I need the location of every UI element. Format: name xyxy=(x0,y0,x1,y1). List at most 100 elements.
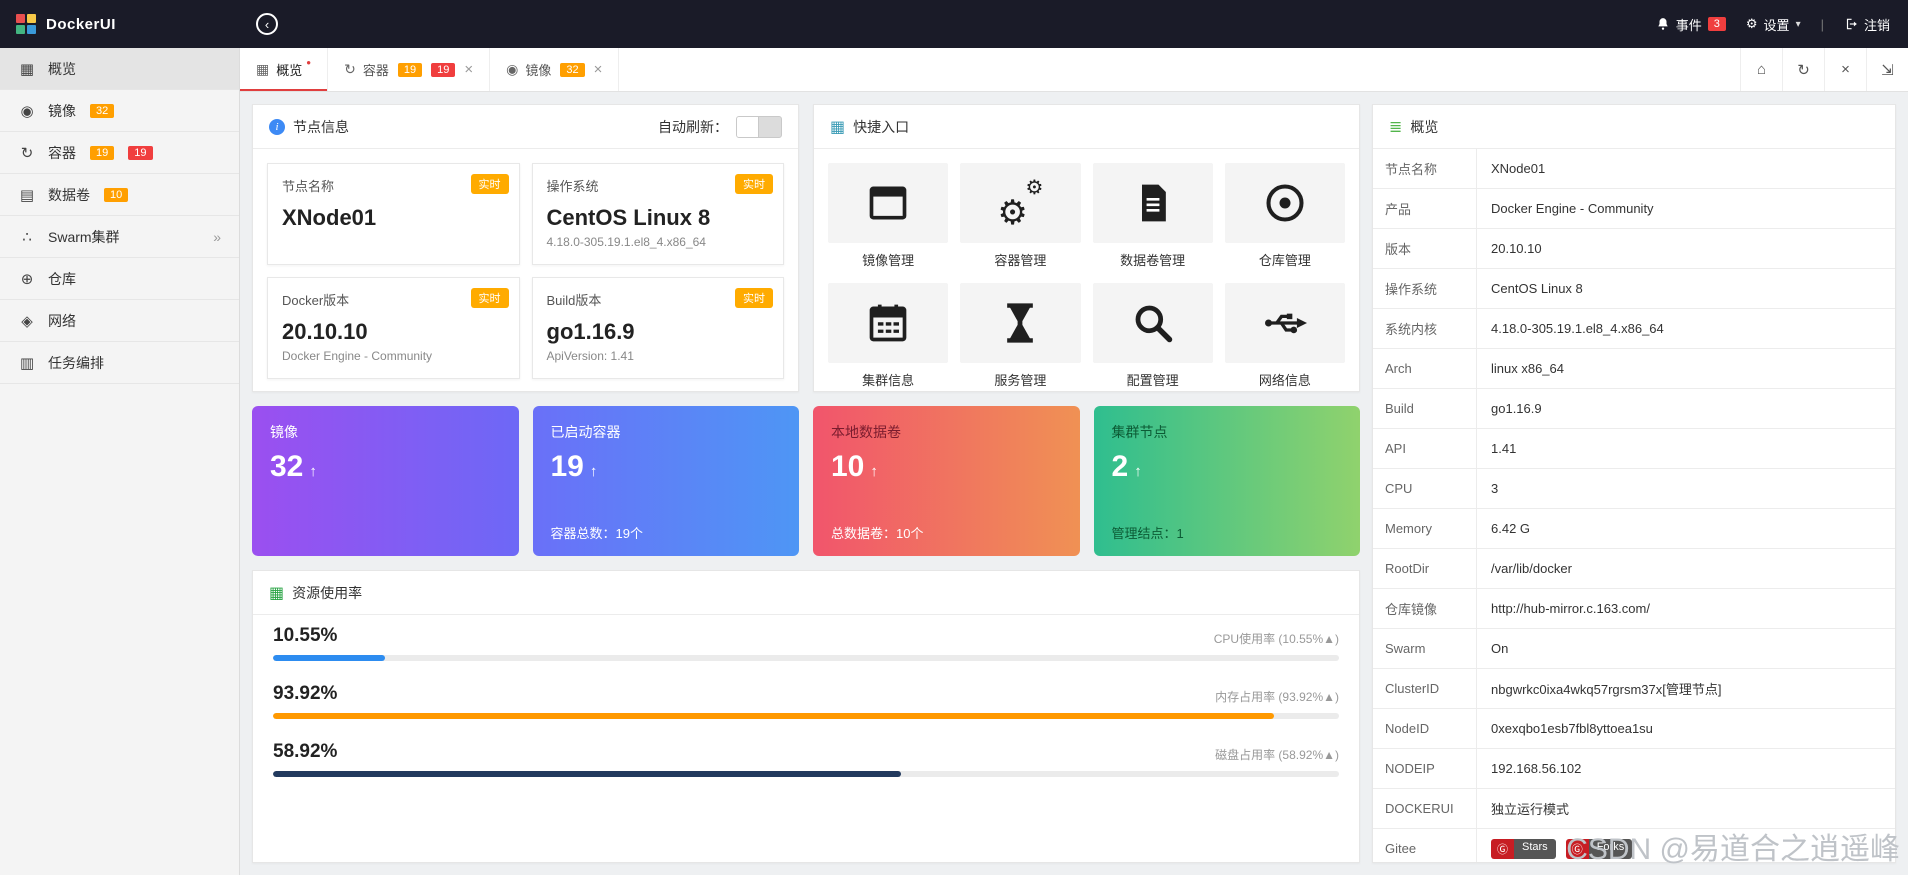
gitee-stars-badge[interactable]: Ⓖ Stars xyxy=(1491,838,1556,859)
memory-label: 内存占用率 (93.92%▲) xyxy=(1215,690,1339,704)
table-row: API 1.41 xyxy=(1373,429,1895,469)
quick-entry-volumes[interactable]: 数据卷管理 xyxy=(1092,163,1213,269)
sidebar-item-overview[interactable]: ▦ 概览 xyxy=(0,48,239,90)
quick-entry-registry[interactable]: 仓库管理 xyxy=(1224,163,1345,269)
quick-entry-network[interactable]: 网络信息 xyxy=(1224,283,1345,389)
sidebar-item-tasks[interactable]: ▥ 任务编排 xyxy=(0,342,239,384)
sidebar-collapse-button[interactable]: ‹ xyxy=(256,13,278,35)
sidebar-item-containers[interactable]: ↻ 容器 19 19 xyxy=(0,132,239,174)
sidebar-item-volumes[interactable]: ▤ 数据卷 10 xyxy=(0,174,239,216)
chevron-expand-icon: » xyxy=(213,228,221,245)
swarm-icon: ∴ xyxy=(22,228,32,246)
events-menu[interactable]: 事件 3 xyxy=(1656,15,1726,34)
card-sub: ApiVersion: 1.41 xyxy=(546,349,634,363)
up-arrow-icon: ↑ xyxy=(870,463,878,480)
auto-refresh-toggle[interactable] xyxy=(736,115,782,138)
containers-running-badge: 19 xyxy=(128,145,153,160)
images-icon: ◉ xyxy=(20,102,34,120)
realtime-badge: 实时 xyxy=(470,174,509,194)
logout-icon xyxy=(1844,17,1858,31)
table-row: DOCKERUI 独立运行模式 xyxy=(1373,789,1895,829)
quick-entry-cluster[interactable]: 集群信息 xyxy=(828,283,949,389)
quick-entry-containers[interactable]: ⚙ ⚙ 容器管理 xyxy=(960,163,1081,269)
info-icon: i xyxy=(269,118,285,135)
sidebar-item-swarm[interactable]: ∴ Swarm集群 » xyxy=(0,216,239,258)
table-row: 产品 Docker Engine - Community xyxy=(1373,189,1895,229)
logout-button[interactable]: 注销 xyxy=(1844,15,1890,34)
quick-entry-services[interactable]: 服务管理 xyxy=(960,283,1081,389)
refresh-icon[interactable]: ↻ xyxy=(1782,48,1824,91)
close-icon[interactable]: × xyxy=(594,61,603,78)
resource-usage-panel: ▦ 资源使用率 10.55% CPU使用率 (10.55%▲) 93.92% 内… xyxy=(252,570,1360,863)
containers-total-badge: 19 xyxy=(90,145,115,160)
table-row: 系统内核 4.18.0-305.19.1.el8_4.x86_64 xyxy=(1373,309,1895,349)
sidebar-item-label: Swarm集群 xyxy=(48,228,120,245)
up-arrow-icon: ↑ xyxy=(589,463,598,480)
tab-containers[interactable]: ↻ 容器 19 19 × xyxy=(328,48,491,91)
hourglass-icon xyxy=(998,301,1042,345)
app-logo-area: DockerUI xyxy=(0,14,240,34)
stat-value: 32 xyxy=(270,450,304,483)
tab-overview[interactable]: ▦ 概览 ● xyxy=(240,48,329,91)
top-bar: DockerUI ‹ 事件 3 ⚙ 设置 ▾ | 注销 xyxy=(0,0,1908,48)
window-icon xyxy=(866,181,910,225)
card-value: CentOS Linux 8 xyxy=(546,205,711,230)
gears-icon: ⚙ ⚙ xyxy=(997,177,1044,232)
memory-progress-bar xyxy=(273,713,1339,719)
memory-usage-row: 93.92% 内存占用率 (93.92%▲) xyxy=(273,683,1339,719)
expand-icon[interactable]: ⇲ xyxy=(1866,48,1908,91)
card-label: 操作系统 xyxy=(546,179,599,194)
network-icon: ◈ xyxy=(21,312,33,330)
card-value: XNode01 xyxy=(282,205,377,230)
home-icon[interactable]: ⌂ xyxy=(1740,48,1782,91)
containers-icon: ↻ xyxy=(344,61,356,77)
calendar-icon xyxy=(866,301,910,345)
close-icon[interactable]: × xyxy=(464,61,473,78)
realtime-badge: 实时 xyxy=(735,288,773,308)
table-row: 操作系统 CentOS Linux 8 xyxy=(1373,269,1895,309)
chevron-down-icon: ▾ xyxy=(1795,18,1801,30)
volumes-icon: ▤ xyxy=(19,186,35,204)
sidebar-item-registry[interactable]: ⊕ 仓库 xyxy=(0,258,239,300)
grid-icon: ▦ xyxy=(19,60,35,78)
tasks-icon: ▥ xyxy=(19,354,35,372)
sidebar-item-images[interactable]: ◉ 镜像 32 xyxy=(0,90,239,132)
stat-sub: 管理结点：1 xyxy=(1111,526,1184,541)
sidebar-item-label: 概览 xyxy=(48,60,76,77)
tab-images[interactable]: ◉ 镜像 32 × xyxy=(490,48,620,91)
sidebar-item-network[interactable]: ◈ 网络 xyxy=(0,300,239,342)
card-value: go1.16.9 xyxy=(546,319,635,344)
images-count-badge: 32 xyxy=(90,103,115,118)
sidebar: ▦ 概览 ◉ 镜像 32 ↻ 容器 19 19 ▤ 数据卷 10 ∴ Swarm… xyxy=(0,48,240,875)
quick-entry-config[interactable]: 配置管理 xyxy=(1092,283,1213,389)
node-name-card: 节点名称 实时 XNode01 xyxy=(267,163,520,265)
stat-card-running-containers: 已启动容器 19 ↑ 容器总数：19个 xyxy=(532,406,799,556)
os-card: 操作系统 实时 CentOS Linux 8 4.18.0-305.19.1.e… xyxy=(531,163,784,265)
table-row: CPU 3 xyxy=(1373,469,1895,509)
stat-value: 10 xyxy=(831,450,865,483)
auto-refresh-label: 自动刷新： xyxy=(658,118,728,135)
close-all-icon[interactable]: × xyxy=(1824,48,1866,91)
events-label: 事件 xyxy=(1675,17,1702,33)
realtime-badge: 实时 xyxy=(470,288,509,308)
sidebar-item-label: 容器 xyxy=(48,144,76,161)
settings-menu[interactable]: ⚙ 设置 ▾ xyxy=(1746,15,1801,34)
memory-percent: 93.92% xyxy=(273,683,338,704)
stat-title: 本地数据卷 xyxy=(831,424,901,440)
stat-card-volumes: 本地数据卷 10 ↑ 总数据卷：10个 xyxy=(813,406,1080,556)
registry-icon: ⊕ xyxy=(20,270,34,288)
table-row: Swarm On xyxy=(1373,629,1895,669)
list-icon: ≣ xyxy=(1389,118,1403,136)
gitee-forks-badge[interactable]: Ⓖ Forks xyxy=(1565,838,1633,859)
stat-card-images: 镜像 32 ↑ xyxy=(252,406,519,556)
overview-table: 节点名称 XNode01 产品 Docker Engine - Community … xyxy=(1373,149,1895,862)
card-value: 20.10.10 xyxy=(282,319,368,344)
up-arrow-icon: ↑ xyxy=(309,463,317,480)
stat-card-cluster-nodes: 集群节点 2 ↑ 管理结点：1 xyxy=(1093,406,1360,556)
stat-title: 镜像 xyxy=(270,424,298,440)
quick-entry-images[interactable]: 镜像管理 xyxy=(828,163,949,269)
stat-sub: 总数据卷：10个 xyxy=(831,526,924,541)
realtime-badge: 实时 xyxy=(735,174,773,194)
panel-title: 节点信息 xyxy=(293,118,349,135)
file-icon xyxy=(1131,181,1175,225)
